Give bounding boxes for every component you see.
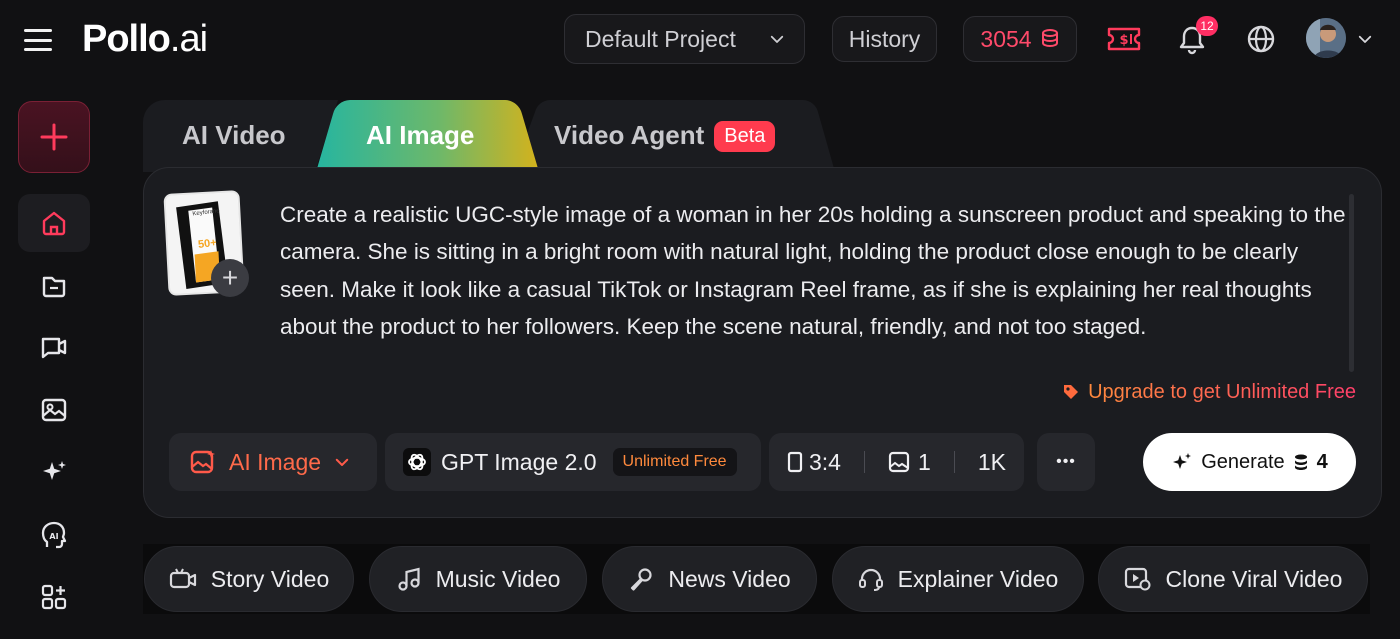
thumbnail-spf-text: 50+ xyxy=(197,236,218,251)
image-count-option[interactable]: 1 xyxy=(888,449,931,476)
add-image-button[interactable]: + xyxy=(211,259,249,297)
prompt-input[interactable]: Create a realistic UGC-style image of a … xyxy=(280,196,1348,345)
chevron-down-icon[interactable] xyxy=(1356,30,1374,48)
new-create-button[interactable] xyxy=(18,101,90,173)
tab-ai-video[interactable]: AI Video xyxy=(182,120,286,151)
image-icon xyxy=(41,398,67,422)
aspect-ratio-option[interactable]: 3:4 xyxy=(787,449,841,476)
ai-head-icon: AI xyxy=(41,521,67,549)
chip-music-video[interactable]: Music Video xyxy=(369,546,587,612)
chip-story-video[interactable]: Story Video xyxy=(144,546,354,612)
sidebar-item-ai-avatar[interactable]: AI xyxy=(18,506,90,564)
chip-label: Story Video xyxy=(210,565,330,592)
chip-label: Clone Viral Video xyxy=(1165,565,1343,592)
chip-label: Music Video xyxy=(435,565,561,592)
image-options[interactable]: 3:4 1 1K xyxy=(769,433,1024,491)
sidebar-item-apps[interactable] xyxy=(18,568,90,626)
apps-icon xyxy=(41,584,67,610)
folder-icon xyxy=(42,276,66,298)
sidebar-item-home[interactable] xyxy=(18,194,90,252)
resolution-option[interactable]: 1K xyxy=(978,449,1006,476)
mode-selector[interactable]: AI Image xyxy=(169,433,377,491)
svg-text:$: $ xyxy=(1119,33,1128,48)
coins-icon xyxy=(1294,454,1307,470)
tab-video-agent-label: Video Agent xyxy=(554,120,705,150)
notification-badge: 12 xyxy=(1196,16,1218,36)
history-label: History xyxy=(848,25,921,52)
home-icon xyxy=(42,211,66,236)
upgrade-text: Upgrade to get Unlimited Free xyxy=(1088,380,1356,403)
project-selector[interactable]: Default Project xyxy=(564,14,805,64)
divider xyxy=(864,451,865,473)
plus-icon: + xyxy=(221,262,239,293)
chip-clone-viral-video[interactable]: Clone Viral Video xyxy=(1098,546,1368,612)
tag-icon xyxy=(1064,385,1079,399)
model-label: GPT Image 2.0 xyxy=(441,448,597,475)
chip-label: News Video xyxy=(668,565,791,592)
portrait-icon xyxy=(787,451,803,473)
sidebar-item-video-chat[interactable] xyxy=(18,319,90,377)
video-camera-icon xyxy=(169,568,196,589)
more-icon: ••• xyxy=(1056,453,1076,470)
tab-video-agent[interactable]: Video Agent Beta xyxy=(554,120,776,152)
aspect-ratio-value: 3:4 xyxy=(809,448,841,475)
globe-icon[interactable] xyxy=(1241,19,1281,59)
image-icon xyxy=(888,451,910,473)
upgrade-link[interactable]: Upgrade to get Unlimited Free xyxy=(1048,379,1356,405)
menu-icon[interactable] xyxy=(24,29,52,51)
divider xyxy=(953,451,955,473)
sparkles-icon xyxy=(1173,453,1192,469)
generate-button[interactable]: Generate 4 xyxy=(1143,433,1356,491)
sidebar-item-image[interactable] xyxy=(18,381,90,439)
sparkles-icon xyxy=(43,461,66,480)
chip-label: Explainer Video xyxy=(897,565,1059,592)
sidebar-item-effects[interactable] xyxy=(18,443,90,501)
plus-icon xyxy=(40,123,68,151)
coins-icon xyxy=(1041,29,1058,48)
music-note-icon xyxy=(397,567,420,591)
avatar[interactable] xyxy=(1306,18,1346,58)
logo[interactable]: Pollo.ai xyxy=(82,18,208,61)
image-count-value: 1 xyxy=(918,448,931,475)
beta-badge: Beta xyxy=(714,121,776,152)
project-label: Default Project xyxy=(585,25,736,52)
history-button[interactable]: History xyxy=(832,16,937,62)
prompt-scrollbar[interactable] xyxy=(1349,194,1354,372)
unlimited-free-badge: Unlimited Free xyxy=(612,448,737,476)
credits-value: 3054 xyxy=(980,25,1032,52)
headset-icon xyxy=(858,568,883,591)
generate-cost: 4 xyxy=(1316,450,1328,473)
model-selector[interactable]: GPT Image 2.0 Unlimited Free xyxy=(385,433,761,491)
microphone-icon xyxy=(631,568,652,591)
mode-label: AI Image xyxy=(229,448,322,475)
svg-text:AI: AI xyxy=(49,532,58,541)
ai-image-icon xyxy=(190,450,215,474)
sidebar-item-folder[interactable] xyxy=(18,257,90,315)
chevron-down-icon xyxy=(770,35,784,43)
mode-tabs: AI Video AI Image Video Agent Beta xyxy=(143,100,835,172)
generate-label: Generate xyxy=(1201,450,1285,473)
notifications-button[interactable]: 12 xyxy=(1172,16,1218,60)
tab-ai-image[interactable]: AI Image xyxy=(366,120,474,151)
video-clone-icon xyxy=(1124,567,1151,591)
more-options-button[interactable]: ••• xyxy=(1037,433,1095,491)
credits-button[interactable]: 3054 xyxy=(963,16,1077,62)
chip-news-video[interactable]: News Video xyxy=(602,546,817,612)
openai-icon xyxy=(403,448,431,476)
video-chat-icon xyxy=(41,337,67,359)
chevron-down-icon xyxy=(335,458,349,466)
ticket-icon[interactable]: $ xyxy=(1104,19,1144,59)
chip-explainer-video[interactable]: Explainer Video xyxy=(832,546,1084,612)
